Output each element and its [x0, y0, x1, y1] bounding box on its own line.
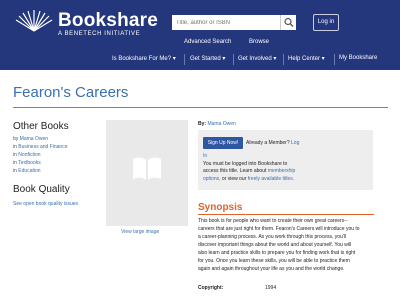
copyright-value: 1994 [265, 285, 277, 291]
login-button[interactable]: Log in [313, 14, 339, 31]
by-label: By: [198, 121, 207, 127]
other-books-item: in Nonfiction [13, 152, 41, 158]
other-books-prefix: in [13, 168, 17, 174]
other-books-item: in Business and Finance [13, 144, 68, 150]
synopsis-line: also learn and practice skills to prepar… [198, 250, 356, 256]
site-header: Bookshare A BENETECH INITIATIVE Log in A… [0, 0, 400, 70]
browse-link[interactable]: Browse [249, 39, 269, 45]
options-text: options, or view our freely available ti… [203, 176, 294, 182]
book-quality-link[interactable]: See open book quality issues [13, 201, 78, 207]
membership-text: access this title. Learn about membershi… [203, 168, 295, 174]
logo-name: Bookshare [58, 10, 159, 31]
synopsis-line: discover important things about the worl… [198, 242, 352, 248]
login-link[interactable]: Log [291, 140, 299, 146]
nav-my-bookshare[interactable]: My Bookshare [339, 55, 377, 65]
member-prompt: Already a Member? Log [246, 140, 299, 146]
other-books-prefix: by [13, 136, 19, 142]
title-divider [13, 107, 388, 108]
nav-divider [283, 54, 284, 65]
other-books-link[interactable]: Mama Owen [20, 136, 48, 142]
author-line: By: Mama Owen [198, 121, 236, 127]
nav-divider [334, 54, 335, 65]
other-books-link[interactable]: Education [18, 168, 40, 174]
other-books-prefix: in [13, 160, 17, 166]
learn-about-text: access this title. Learn about [203, 168, 267, 174]
book-placeholder-icon [133, 157, 161, 180]
other-books-heading: Other Books [13, 121, 69, 132]
nav-get-started[interactable]: Get Started ▾ [190, 55, 225, 65]
view-large-image-link[interactable]: View large image [121, 229, 159, 235]
nav-divider [233, 54, 234, 65]
search-icon [284, 17, 294, 27]
other-books-prefix: in [13, 152, 17, 158]
signup-panel: Sign Up Now! Already a Member? Log In Yo… [198, 130, 373, 190]
other-books-item: by Mama Owen [13, 136, 48, 142]
synopsis-heading: Synopsis [198, 202, 243, 213]
nav-get-involved[interactable]: Get Involved ▾ [238, 55, 276, 65]
open-book-fan-icon [15, 10, 53, 32]
synopsis-line: This book is for people who want to crea… [198, 218, 348, 224]
sign-up-button[interactable]: Sign Up Now! [203, 137, 243, 149]
other-books-item: in Textbooks [13, 160, 41, 166]
search-input[interactable] [172, 15, 280, 30]
copyright-label: Copyright: [198, 285, 224, 291]
synopsis-line: a career-planning process. As you work t… [198, 234, 346, 240]
other-books-item: in Education [13, 168, 41, 174]
synopsis-divider [198, 214, 374, 215]
search-button[interactable] [280, 15, 296, 30]
options-link[interactable]: options, [203, 176, 221, 182]
freely-available-link[interactable]: freely available titles. [248, 176, 294, 182]
nav-divider [184, 54, 185, 65]
nav-is-bookshare-for-me[interactable]: Is Bookshare For Me? ▾ [112, 55, 176, 65]
login-link-continued[interactable]: In [203, 153, 207, 159]
other-books-link[interactable]: Business and Finance [18, 144, 67, 150]
already-member-text: Already a Member? [246, 140, 290, 146]
synopsis-line: again and again throughout your life as … [198, 266, 345, 272]
other-books-prefix: in [13, 144, 17, 150]
author-link[interactable]: Mama Owen [207, 121, 235, 127]
other-books-link[interactable]: Textbooks [18, 160, 41, 166]
synopsis-line: careers that are just right for them. Fe… [198, 226, 360, 232]
or-view-text: or view our [221, 176, 247, 182]
login-required-text: You must be logged into Bookshare to [203, 161, 288, 167]
book-quality-heading: Book Quality [13, 184, 70, 195]
page-title: Fearon's Careers [13, 84, 129, 101]
book-cover[interactable] [106, 120, 188, 226]
other-books-link[interactable]: Nonfiction [18, 152, 40, 158]
membership-link[interactable]: membership [268, 168, 296, 174]
synopsis-line: for you. Once you learn these skills, yo… [198, 258, 350, 264]
advanced-search-link[interactable]: Advanced Search [184, 39, 231, 45]
nav-help-center[interactable]: Help Center ▾ [288, 55, 325, 65]
logo-tagline: A BENETECH INITIATIVE [58, 31, 141, 37]
